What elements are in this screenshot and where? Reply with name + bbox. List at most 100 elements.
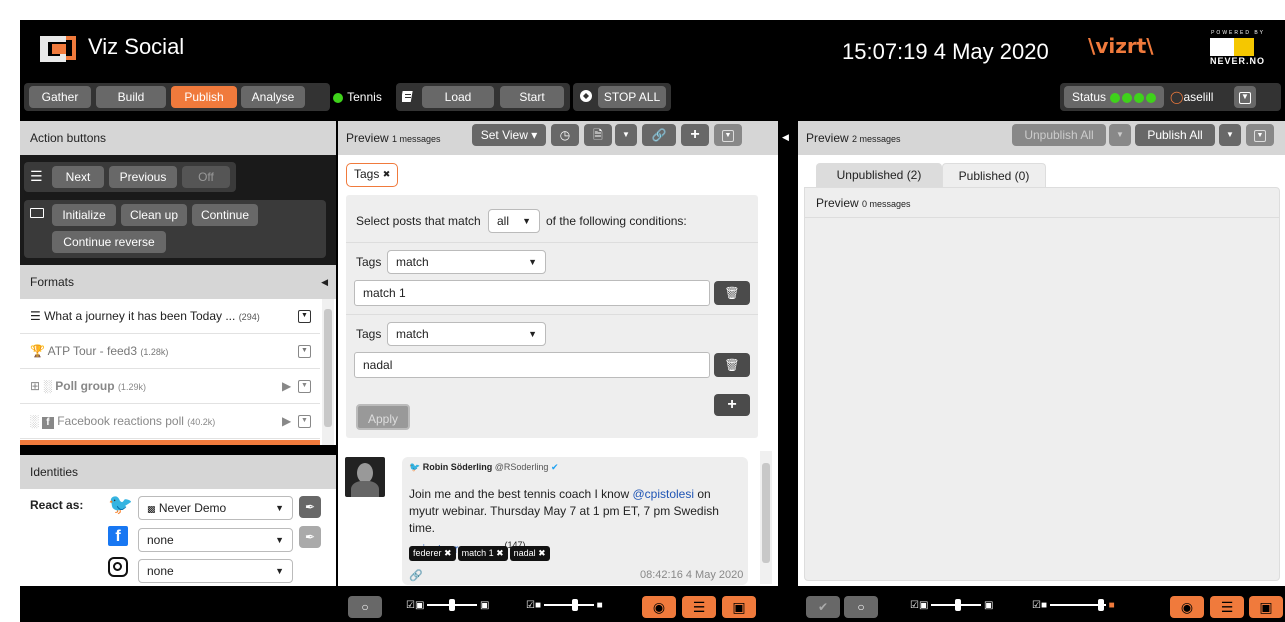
stop-all-button[interactable]: STOP ALL	[598, 86, 666, 108]
play-icon[interactable]: ▶	[282, 404, 291, 439]
menu-dropdown-button[interactable]: ▼	[1234, 86, 1256, 108]
publish-all-button[interactable]: Publish All	[1135, 124, 1215, 146]
link-icon[interactable]: 🔗	[642, 124, 676, 146]
set-view-button[interactable]: Set View ▾	[472, 124, 546, 146]
instagram-icon	[108, 557, 128, 577]
filter-divider-2	[346, 314, 758, 315]
fullscreen-icon[interactable]: ▣	[722, 596, 756, 618]
playlist-icon[interactable]	[400, 89, 416, 103]
off-button[interactable]: Off	[182, 166, 230, 188]
play-icon[interactable]: ▶	[282, 369, 291, 404]
profile-view-right-icon[interactable]: ◉	[1170, 596, 1204, 618]
twitter-identity-select[interactable]: ▩ Never Demo ▼	[138, 496, 293, 520]
status-dot-3	[1134, 92, 1145, 103]
condition-1-value-input[interactable]: match 1	[354, 280, 710, 306]
clock-icon[interactable]: ◷	[551, 124, 579, 146]
fullscreen-right-icon[interactable]: ▣	[1249, 596, 1283, 618]
chevron-down-icon[interactable]: ▼	[298, 345, 311, 358]
preview-middle-title: Preview 1 messages	[346, 131, 441, 145]
condition-suffix: of the following conditions:	[546, 214, 687, 228]
user-name: aselill	[1183, 90, 1214, 104]
post-scrollbar[interactable]	[760, 451, 772, 584]
image-slider[interactable]: ☑▣ ▣	[406, 594, 522, 618]
delete-condition-2-button[interactable]: 🗑	[714, 353, 750, 377]
instagram-identity-select[interactable]: none ▼	[138, 559, 293, 583]
publish-dropdown-icon[interactable]: ▼	[1219, 124, 1241, 146]
check-circle-button[interactable]: ✔	[806, 596, 840, 618]
document-dropdown-icon[interactable]: ▼	[615, 124, 637, 146]
channel-indicator[interactable]: Tennis	[332, 86, 382, 108]
tab-build[interactable]: Build	[96, 86, 166, 108]
clean-up-button[interactable]: Clean up	[121, 204, 187, 226]
compose-twitter-button[interactable]: ✒	[299, 496, 321, 518]
list-view-icon[interactable]: ☰	[682, 596, 716, 618]
post-link-icon[interactable]: 🔗	[409, 569, 423, 582]
tab-publish[interactable]: Publish	[171, 86, 237, 108]
next-button[interactable]: Next	[52, 166, 104, 188]
tab-analyse[interactable]: Analyse	[241, 86, 305, 108]
post-tag[interactable]: match 1 ✖	[457, 546, 508, 561]
instagram-identity-value: none	[147, 564, 174, 578]
inner-preview-title: Preview 0 messages	[816, 196, 911, 210]
verified-icon: ✔	[550, 462, 559, 472]
collapse-left-icon[interactable]: ◀	[321, 265, 328, 299]
published-content-area	[804, 187, 1280, 581]
profile-view-icon[interactable]: ◉	[642, 596, 676, 618]
tab-unpublished[interactable]: Unpublished (2)	[816, 163, 942, 187]
formats-scrollbar[interactable]	[322, 299, 334, 445]
tab-published[interactable]: Published (0)	[942, 163, 1046, 188]
tag-filter-chip[interactable]: Tags ✖	[346, 163, 398, 187]
stop-icon	[579, 89, 593, 103]
trophy-icon: 🏆	[30, 344, 45, 358]
unpublish-all-button[interactable]: Unpublish All	[1012, 124, 1106, 146]
toggle-circle-button[interactable]: ○	[348, 596, 382, 618]
format-item[interactable]: ⊞ ░ Poll group (1.29k) ▶ ▼	[20, 369, 320, 404]
collapse-right-panel-icon[interactable]: ▼	[1246, 124, 1274, 146]
post-tag[interactable]: federer ✖	[409, 546, 456, 561]
close-icon[interactable]: ✖	[383, 169, 391, 179]
add-icon[interactable]: +	[681, 124, 709, 146]
chevron-down-icon[interactable]: ▼	[298, 310, 311, 323]
action-buttons-header: Action buttons	[20, 121, 336, 155]
continue-reverse-button[interactable]: Continue reverse	[52, 231, 166, 253]
post-time: 08:42:16 4 May 2020	[640, 569, 744, 581]
condition-2-value-input[interactable]: nadal	[354, 352, 710, 378]
trash-icon: 🗑	[724, 286, 740, 300]
continue-button[interactable]: Continue	[192, 204, 258, 226]
status-button[interactable]: Status	[1064, 86, 1164, 108]
compose-facebook-button[interactable]: ✒	[299, 526, 321, 548]
facebook-identity-select[interactable]: none ▼	[138, 528, 293, 552]
format-count: (1.29k)	[117, 382, 146, 392]
unpublish-dropdown-icon[interactable]: ▼	[1109, 124, 1131, 146]
format-count: (40.2k)	[187, 417, 216, 427]
chevron-down-icon[interactable]: ▼	[298, 415, 311, 428]
document-icon[interactable]: 🗎	[584, 124, 612, 146]
list-view-right-icon[interactable]: ☰	[1210, 596, 1244, 618]
format-item[interactable]: 🏆 ATP Tour - feed3 (1.28k) ▼	[20, 334, 320, 369]
toggle-circle-right-button[interactable]: ○	[844, 596, 878, 618]
condition-1-operator[interactable]: match ▼	[387, 250, 546, 274]
condition-2-operator[interactable]: match ▼	[387, 322, 546, 346]
match-mode-select[interactable]: all ▼	[488, 209, 540, 233]
initialize-button[interactable]: Initialize	[52, 204, 116, 226]
image-slider-right[interactable]: ☑▣ ▣	[910, 594, 1028, 618]
collapse-middle-icon[interactable]: ▼	[714, 124, 742, 146]
post-tag[interactable]: nadal ✖	[509, 546, 550, 561]
chevron-down-icon[interactable]: ▼	[298, 380, 311, 393]
collapse-right-icon[interactable]: ◀	[782, 132, 789, 143]
add-condition-button[interactable]: +	[714, 394, 750, 416]
never-no-logo: POWERED BY NEVER.NO	[1210, 30, 1266, 66]
video-slider-right[interactable]: ☑■ ■	[1032, 594, 1154, 618]
apply-button[interactable]: Apply	[356, 404, 410, 430]
status-label: Status	[1072, 90, 1107, 104]
filter-divider-1	[346, 242, 758, 243]
user-menu[interactable]: ◯aselill	[1170, 86, 1213, 108]
video-slider[interactable]: ☑■ ■	[526, 594, 644, 618]
format-item[interactable]: ░ f Facebook reactions poll (40.2k) ▶ ▼	[20, 404, 320, 439]
start-button[interactable]: Start	[500, 86, 564, 108]
delete-condition-1-button[interactable]: 🗑	[714, 281, 750, 305]
tab-gather[interactable]: Gather	[29, 86, 91, 108]
previous-button[interactable]: Previous	[109, 166, 177, 188]
load-button[interactable]: Load	[422, 86, 494, 108]
format-item[interactable]: ☰ What a journey it has been Today ... (…	[20, 299, 320, 334]
